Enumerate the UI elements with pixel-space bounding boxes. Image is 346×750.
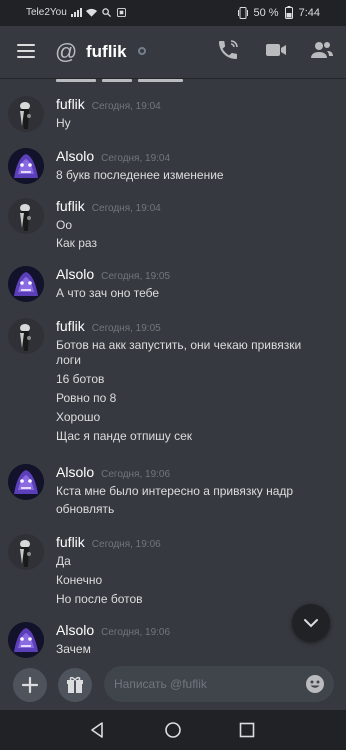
- menu-icon[interactable]: [17, 44, 35, 58]
- message-author[interactable]: fuflik: [56, 534, 85, 550]
- avatar[interactable]: [8, 96, 44, 132]
- plus-icon: [21, 676, 39, 694]
- message-text: 8 букв последенее изменение: [56, 168, 224, 182]
- message-author[interactable]: fuflik: [56, 198, 85, 214]
- members-icon[interactable]: [310, 38, 338, 66]
- home-icon[interactable]: [164, 721, 182, 739]
- battery-percent: 50 %: [253, 6, 279, 19]
- message-author[interactable]: fuflik: [56, 318, 85, 334]
- message-timestamp: Сегодня, 19:06: [101, 627, 171, 638]
- search-notification-icon: [102, 8, 111, 17]
- message-text: Конечно: [56, 573, 103, 587]
- wifi-icon: [85, 8, 97, 17]
- avatar[interactable]: [8, 198, 44, 234]
- battery-icon: [284, 6, 293, 19]
- message-text: обновлять: [56, 502, 115, 516]
- avatar[interactable]: [8, 148, 44, 184]
- message-text: Да: [56, 554, 71, 568]
- vibrate-icon: [237, 6, 248, 19]
- message-text: Хорошо: [56, 410, 101, 424]
- message-author[interactable]: Alsolo: [56, 464, 94, 480]
- message-author[interactable]: Alsolo: [56, 148, 94, 164]
- message-text: Как раз: [56, 236, 97, 250]
- message-text: Но после ботов: [56, 592, 143, 606]
- video-call-icon[interactable]: [264, 38, 292, 66]
- avatar[interactable]: [8, 266, 44, 302]
- back-icon[interactable]: [88, 721, 106, 739]
- message-timestamp: Сегодня, 19:05: [91, 323, 161, 334]
- message-text: А что зач оно тебе: [56, 286, 160, 300]
- gift-button[interactable]: [58, 668, 92, 702]
- signal-icon: [70, 8, 82, 17]
- avatar[interactable]: [8, 534, 44, 570]
- status-bar: Tele2You 50 % 7:44: [0, 0, 346, 26]
- carrier-label: Tele2You: [26, 7, 67, 18]
- message-author[interactable]: fuflik: [56, 96, 85, 112]
- gift-icon: [67, 676, 83, 693]
- message-text: Оо: [56, 218, 73, 232]
- avatar[interactable]: [8, 622, 44, 658]
- message-composer: Написать @fuflik: [0, 660, 346, 710]
- message-text: Ботов на акк запустить, они чекаю привяз…: [56, 338, 302, 352]
- status-left: Tele2You: [26, 7, 127, 18]
- phone-call-icon[interactable]: [216, 38, 244, 66]
- message-text: 16 ботов: [56, 372, 105, 386]
- message-text: логи: [56, 353, 81, 367]
- message-timestamp: Сегодня, 19:04: [91, 101, 161, 112]
- system-navigation-bar: [0, 710, 346, 750]
- message-timestamp: Сегодня, 19:06: [101, 469, 171, 480]
- at-icon: @: [55, 39, 78, 64]
- message-timestamp: Сегодня, 19:06: [91, 539, 161, 550]
- message-author[interactable]: Alsolo: [56, 622, 94, 638]
- message-text: Зачем: [56, 642, 91, 656]
- message-timestamp: Сегодня, 19:04: [91, 203, 161, 214]
- add-attachment-button[interactable]: [13, 668, 47, 702]
- avatar[interactable]: [8, 464, 44, 500]
- message-text: Ну: [56, 116, 71, 130]
- status-offline-icon: [138, 47, 146, 55]
- clock: 7:44: [298, 6, 320, 19]
- message-text: Кста мне было интересно а привязку надр: [56, 484, 294, 498]
- message-timestamp: Сегодня, 19:05: [101, 271, 171, 282]
- channel-header: @ fuflik: [0, 26, 346, 78]
- chevron-down-icon: [304, 619, 318, 628]
- message-list: fuflik Сегодня, 19:04 Ну Alsolo Сегодня, 1…: [0, 78, 346, 660]
- message-input-placeholder: Написать @fuflik: [114, 677, 207, 691]
- channel-title: fuflik: [86, 42, 127, 61]
- scroll-to-bottom-button[interactable]: [292, 604, 330, 642]
- avatar[interactable]: [8, 318, 44, 354]
- message-timestamp: Сегодня, 19:04: [101, 153, 171, 164]
- message-input[interactable]: Написать @fuflik: [104, 666, 334, 702]
- app-notification-icon: [116, 8, 126, 17]
- message-text: Ровно по 8: [56, 391, 117, 405]
- status-right: 50 % 7:44: [237, 6, 320, 19]
- cut-off-previous-message: [56, 78, 196, 82]
- message-text: Щас я панде отпишу сек: [56, 429, 193, 443]
- recent-apps-icon[interactable]: [238, 721, 256, 739]
- message-author[interactable]: Alsolo: [56, 266, 94, 282]
- emoji-icon[interactable]: [305, 674, 325, 694]
